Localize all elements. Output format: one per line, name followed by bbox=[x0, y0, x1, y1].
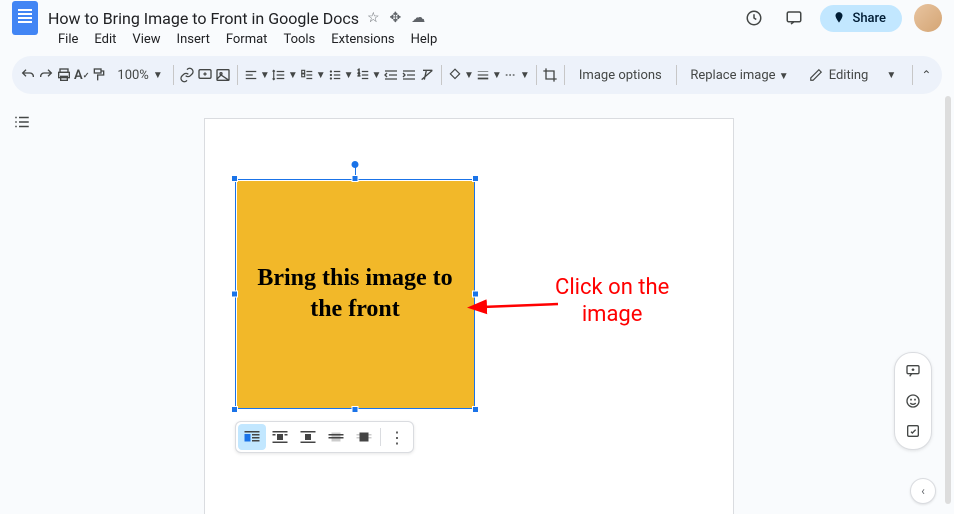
bulleted-list-icon[interactable]: ▼ bbox=[328, 62, 354, 88]
document-outline-icon[interactable] bbox=[8, 108, 36, 136]
resize-handle-tr[interactable] bbox=[472, 175, 479, 182]
menu-format[interactable]: Format bbox=[218, 30, 276, 49]
document-title[interactable]: How to Bring Image to Front in Google Do… bbox=[48, 9, 359, 28]
image-wrap-toolbar: ⋮ bbox=[235, 421, 414, 453]
titlebar: How to Bring Image to Front in Google Do… bbox=[0, 0, 954, 30]
clear-format-icon[interactable] bbox=[419, 62, 435, 88]
redo-icon[interactable] bbox=[38, 62, 54, 88]
document-canvas[interactable]: Bring this image to the front Click on t… bbox=[44, 100, 954, 514]
insert-image-icon[interactable] bbox=[215, 62, 231, 88]
share-button-label: Share bbox=[852, 11, 886, 26]
checklist-icon[interactable]: ▼ bbox=[300, 62, 326, 88]
explore-button-icon[interactable]: ‹ bbox=[910, 478, 936, 504]
toolbar: A✓ 100%▼ ▼ ▼ ▼ ▼ 12▼ ▼ ▼ ▼ Image options… bbox=[12, 56, 942, 94]
border-weight-icon[interactable]: ▼ bbox=[476, 62, 502, 88]
menu-edit[interactable]: Edit bbox=[86, 30, 124, 49]
account-avatar[interactable] bbox=[914, 4, 942, 32]
resize-handle-tm[interactable] bbox=[352, 175, 359, 182]
move-folder-icon[interactable]: ✥ bbox=[390, 10, 402, 26]
menu-tools[interactable]: Tools bbox=[275, 30, 323, 49]
resize-handle-tl[interactable] bbox=[231, 175, 238, 182]
rotate-handle[interactable] bbox=[352, 161, 359, 168]
menu-help[interactable]: Help bbox=[403, 30, 446, 49]
star-icon[interactable]: ☆ bbox=[367, 10, 380, 26]
wrap-more-icon[interactable]: ⋮ bbox=[383, 424, 411, 450]
menu-file[interactable]: File bbox=[50, 30, 86, 49]
increase-indent-icon[interactable] bbox=[401, 62, 417, 88]
border-dash-icon[interactable]: ▼ bbox=[504, 62, 530, 88]
line-spacing-icon[interactable]: ▼ bbox=[272, 62, 298, 88]
numbered-list-icon[interactable]: 12▼ bbox=[356, 62, 382, 88]
crop-icon[interactable] bbox=[542, 62, 558, 88]
cloud-status-icon[interactable]: ☁ bbox=[411, 10, 425, 26]
wrap-separator bbox=[380, 428, 381, 446]
insert-link-icon[interactable] bbox=[179, 62, 195, 88]
editing-mode-dropdown[interactable]: Editing ▼ bbox=[799, 68, 907, 83]
align-dropdown-icon[interactable]: ▼ bbox=[244, 62, 270, 88]
add-comment-icon[interactable] bbox=[197, 62, 213, 88]
replace-image-button[interactable]: Replace image ▼ bbox=[682, 68, 796, 83]
spellcheck-icon[interactable]: A✓ bbox=[74, 62, 89, 88]
zoom-dropdown[interactable]: 100%▼ bbox=[109, 68, 166, 83]
wrap-inline-icon[interactable] bbox=[238, 424, 266, 450]
annotation-arrow bbox=[480, 304, 560, 306]
collapse-toolbar-icon[interactable]: ⌃ bbox=[919, 62, 934, 88]
paint-format-icon[interactable] bbox=[91, 62, 107, 88]
resize-handle-bl[interactable] bbox=[231, 406, 238, 413]
wrap-break-icon[interactable] bbox=[294, 424, 322, 450]
menu-extensions[interactable]: Extensions bbox=[323, 30, 402, 49]
image-options-button[interactable]: Image options bbox=[571, 68, 670, 83]
menu-insert[interactable]: Insert bbox=[169, 30, 218, 49]
svg-text:2: 2 bbox=[357, 72, 360, 77]
resize-handle-br[interactable] bbox=[472, 406, 479, 413]
wrap-behind-icon[interactable] bbox=[322, 424, 350, 450]
side-comment-tools bbox=[894, 352, 932, 450]
selected-image[interactable]: Bring this image to the front bbox=[235, 179, 475, 409]
print-icon[interactable] bbox=[56, 62, 72, 88]
comment-history-icon[interactable] bbox=[780, 4, 808, 32]
share-button[interactable]: Share bbox=[820, 5, 902, 32]
resize-handle-bm[interactable] bbox=[352, 406, 359, 413]
resize-handle-ml[interactable] bbox=[231, 291, 238, 298]
border-color-icon[interactable]: ▼ bbox=[448, 62, 474, 88]
svg-text:1: 1 bbox=[357, 69, 359, 74]
annotation-text: Click on theimage bbox=[555, 274, 669, 329]
docs-logo-icon[interactable] bbox=[12, 1, 38, 35]
workspace: Bring this image to the front Click on t… bbox=[0, 100, 954, 514]
image-content: Bring this image to the front bbox=[237, 181, 474, 408]
add-emoji-icon[interactable] bbox=[899, 387, 927, 415]
undo-icon[interactable] bbox=[20, 62, 36, 88]
add-comment-side-icon[interactable] bbox=[899, 357, 927, 385]
menu-view[interactable]: View bbox=[124, 30, 168, 49]
resize-handle-mr[interactable] bbox=[472, 291, 479, 298]
suggest-edits-icon[interactable] bbox=[899, 417, 927, 445]
vertical-scrollbar[interactable] bbox=[945, 96, 951, 504]
wrap-text-icon[interactable] bbox=[266, 424, 294, 450]
history-icon[interactable] bbox=[740, 4, 768, 32]
decrease-indent-icon[interactable] bbox=[383, 62, 399, 88]
wrap-front-icon[interactable] bbox=[350, 424, 378, 450]
document-page[interactable]: Bring this image to the front Click on t… bbox=[204, 118, 734, 514]
